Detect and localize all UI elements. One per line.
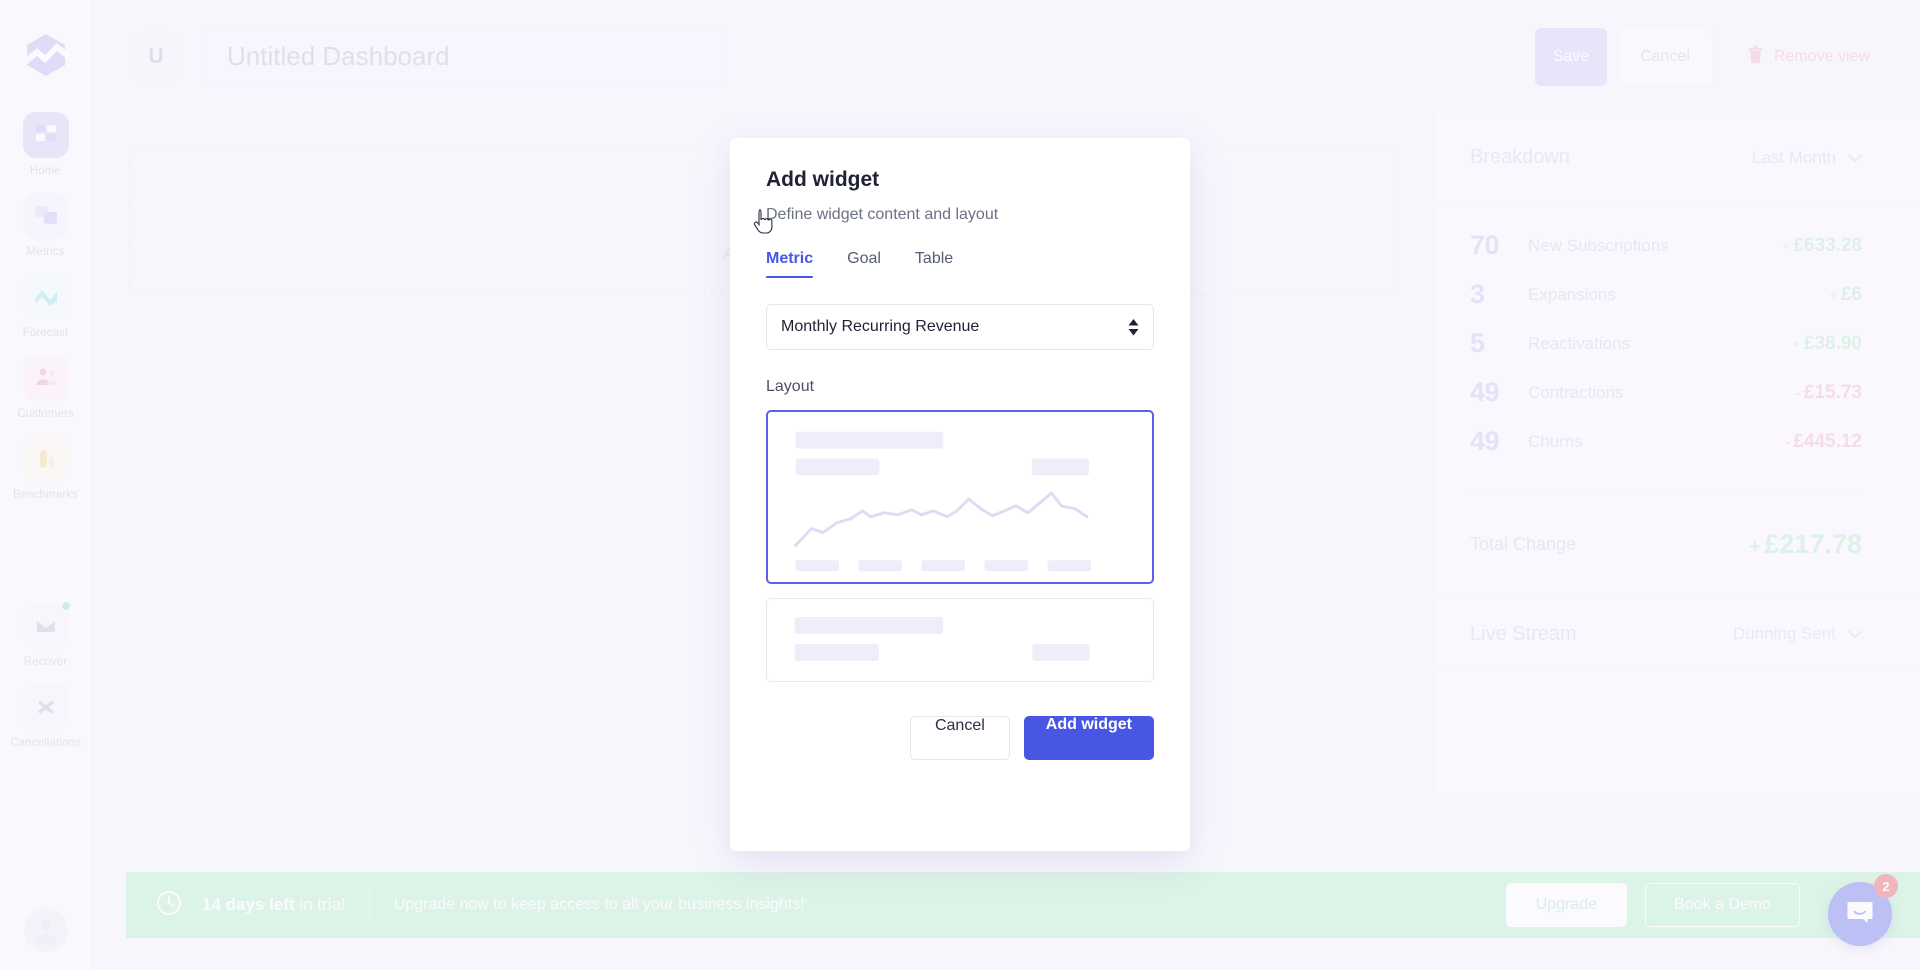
metric-select-value: Monthly Recurring Revenue [781, 318, 980, 335]
app-root: Home Metrics Forecast [0, 0, 1920, 970]
layout-section-label: Layout [766, 378, 815, 395]
tab-metric[interactable]: Metric [766, 250, 814, 278]
layout-option-metric[interactable] [766, 598, 1154, 682]
modal-add-widget-button[interactable]: Add widget [1023, 716, 1154, 760]
add-widget-modal: Add widget Define widget content and lay… [730, 138, 1190, 851]
layout-option-chart[interactable] [766, 410, 1154, 584]
tab-table[interactable]: Table [915, 250, 953, 278]
modal-tabs: Metric Goal Table [766, 250, 1154, 278]
modal-title: Add widget [766, 168, 880, 191]
metric-select[interactable]: Monthly Recurring Revenue [766, 304, 1154, 350]
tab-goal[interactable]: Goal [847, 250, 881, 278]
modal-subtitle: Define widget content and layout [766, 206, 999, 223]
modal-cancel-button[interactable]: Cancel [909, 716, 1010, 760]
modal-actions: Cancel Add widget [766, 716, 1154, 760]
updown-caret-icon [1128, 318, 1139, 336]
